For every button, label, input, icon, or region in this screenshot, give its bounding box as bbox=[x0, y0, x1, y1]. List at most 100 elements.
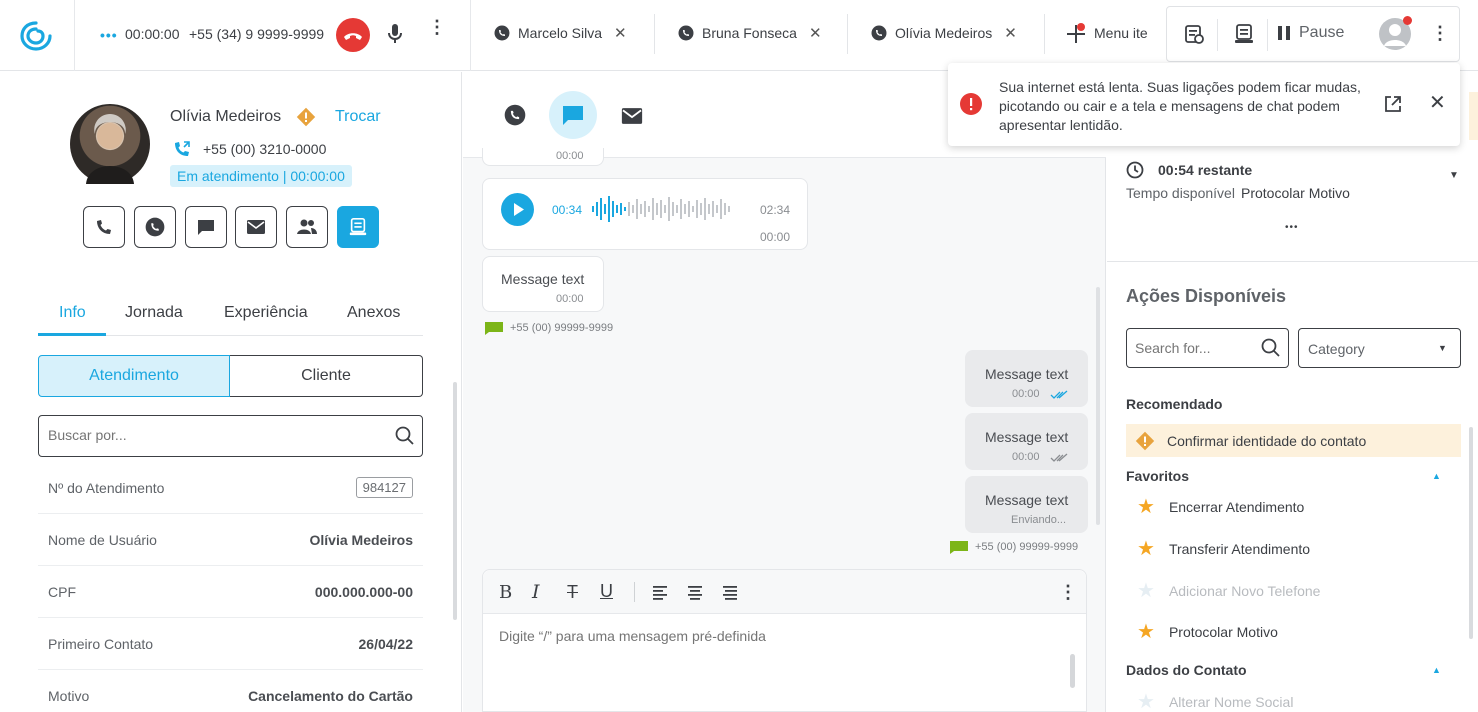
call-button[interactable] bbox=[83, 206, 125, 248]
scrollbar[interactable] bbox=[453, 382, 457, 620]
composer-scrollbar[interactable] bbox=[1070, 654, 1075, 688]
alert-message: Sua internet está lenta. Suas ligações p… bbox=[999, 79, 1361, 133]
collapse-favorites-icon[interactable]: ▲ bbox=[1432, 471, 1441, 481]
tab-marcelo-silva[interactable]: Marcelo Silva ✕ bbox=[494, 20, 627, 46]
actions-title: Ações Disponíveis bbox=[1126, 286, 1287, 306]
time-remaining: 00:54 restante bbox=[1158, 162, 1253, 178]
contacts-button[interactable] bbox=[286, 206, 328, 248]
more-dots-icon[interactable]: ••• bbox=[1285, 222, 1299, 233]
tab-indicator bbox=[38, 333, 106, 336]
external-link-icon[interactable] bbox=[1384, 95, 1402, 113]
pause-button[interactable]: Pause bbox=[1277, 24, 1344, 42]
composer-more-icon[interactable]: ⋮ bbox=[1059, 582, 1077, 603]
action-protocolar-motivo[interactable]: ★ Protocolar Motivo bbox=[1137, 622, 1278, 642]
tab-anexos[interactable]: Anexos bbox=[347, 304, 400, 322]
close-tab-icon[interactable]: ✕ bbox=[614, 24, 627, 42]
whatsapp-button[interactable] bbox=[134, 206, 176, 248]
star-icon[interactable]: ★ bbox=[1137, 497, 1155, 517]
tab-bruna-fonseca[interactable]: Bruna Fonseca ✕ bbox=[678, 20, 822, 46]
channel-email-icon[interactable] bbox=[620, 107, 644, 125]
hangup-button[interactable] bbox=[336, 18, 370, 52]
audio-waveform[interactable] bbox=[591, 193, 751, 225]
menu-item-tab[interactable]: Menu ite bbox=[1066, 20, 1158, 46]
chat-green-icon bbox=[950, 541, 968, 554]
tab-jornada[interactable]: Jornada bbox=[125, 304, 183, 322]
star-outline-icon[interactable]: ★ bbox=[1137, 692, 1155, 712]
collapse-contact-icon[interactable]: ▲ bbox=[1432, 665, 1441, 675]
notes-icon bbox=[349, 218, 367, 236]
whatsapp-icon bbox=[494, 25, 510, 41]
strikethrough-icon[interactable]: T bbox=[567, 582, 578, 603]
delivered-check-icon bbox=[1050, 453, 1068, 462]
info-search[interactable] bbox=[38, 415, 423, 457]
actions-search-input[interactable] bbox=[1135, 340, 1250, 356]
recommended-action[interactable]: Confirmar identidade do contato bbox=[1126, 424, 1461, 457]
underline-icon[interactable]: U bbox=[600, 581, 613, 602]
action-alterar-nome-social[interactable]: ★ Alterar Nome Social bbox=[1137, 692, 1293, 712]
slow-internet-alert: Sua internet está lenta. Suas ligações p… bbox=[948, 63, 1460, 146]
align-justify-icon[interactable] bbox=[723, 586, 739, 600]
close-alert-icon[interactable]: ✕ bbox=[1429, 93, 1446, 113]
chat-scrollbar[interactable] bbox=[1096, 287, 1100, 525]
call-phone: +55 (34) 9 9999-9999 bbox=[189, 26, 325, 42]
channel-chat-button[interactable] bbox=[549, 91, 597, 139]
tab-olivia-medeiros[interactable]: Olívia Medeiros ✕ bbox=[871, 20, 1017, 46]
action-adicionar-novo-telefone[interactable]: ★ Adicionar Novo Telefone bbox=[1137, 581, 1320, 601]
chevron-down-icon[interactable]: ▼ bbox=[1449, 170, 1459, 181]
action-transferir-atendimento[interactable]: ★ Transferir Atendimento bbox=[1137, 539, 1310, 559]
italic-icon[interactable]: I bbox=[532, 581, 540, 603]
script-icon[interactable] bbox=[1183, 23, 1205, 45]
actions-search[interactable] bbox=[1126, 328, 1289, 368]
email-button[interactable] bbox=[235, 206, 277, 248]
audio-elapsed: 00:34 bbox=[552, 203, 583, 217]
search-icon[interactable] bbox=[1261, 338, 1281, 358]
message-input[interactable] bbox=[499, 628, 1059, 698]
chat-button[interactable] bbox=[185, 206, 227, 248]
message-bubble: 00:00 bbox=[482, 148, 604, 166]
contact-photo bbox=[70, 104, 150, 184]
app-logo-icon[interactable] bbox=[18, 19, 54, 53]
notes-icon[interactable] bbox=[1233, 23, 1255, 45]
star-icon[interactable]: ★ bbox=[1137, 539, 1155, 559]
play-icon bbox=[514, 203, 524, 216]
search-icon[interactable] bbox=[395, 426, 415, 446]
call-status-dots-icon: ••• bbox=[100, 27, 118, 43]
category-select[interactable]: Category ▼ bbox=[1298, 328, 1461, 368]
align-left-icon[interactable] bbox=[653, 586, 669, 600]
field-row: Nº do Atendimento 984127 bbox=[38, 462, 423, 514]
actions-scrollbar[interactable] bbox=[1469, 427, 1473, 639]
star-outline-icon[interactable]: ★ bbox=[1137, 581, 1155, 601]
segment-cliente[interactable]: Cliente bbox=[230, 355, 423, 397]
email-icon bbox=[247, 220, 265, 234]
close-tab-icon[interactable]: ✕ bbox=[1004, 24, 1017, 42]
avatar[interactable] bbox=[1379, 16, 1412, 50]
format-toolbar: B I T U ⋮ bbox=[483, 570, 1086, 614]
phone-call-icon bbox=[172, 139, 192, 159]
warning-icon bbox=[1135, 431, 1155, 451]
channel-whatsapp-icon[interactable] bbox=[504, 104, 526, 126]
close-tab-icon[interactable]: ✕ bbox=[809, 24, 822, 42]
whatsapp-icon bbox=[871, 25, 887, 41]
error-icon bbox=[960, 93, 982, 115]
pause-icon bbox=[1278, 26, 1290, 40]
contact-panel: Olívia Medeiros Trocar +55 (00) 3210-000… bbox=[0, 72, 462, 712]
more-icon[interactable]: ⋮ bbox=[1431, 23, 1449, 44]
call-more-icon[interactable]: ⋮ bbox=[428, 18, 446, 36]
chat-green-icon bbox=[485, 322, 503, 335]
bold-icon[interactable]: B bbox=[499, 582, 512, 603]
segment-atendimento[interactable]: Atendimento bbox=[38, 355, 230, 397]
mic-icon[interactable] bbox=[386, 23, 404, 45]
swap-contact-link[interactable]: Trocar bbox=[335, 108, 381, 126]
tab-experiencia[interactable]: Experiência bbox=[224, 304, 308, 322]
sender-info: +55 (00) 99999-9999 bbox=[949, 540, 1078, 554]
message-bubble-out: Message text 00:00 bbox=[965, 413, 1088, 470]
action-encerrar-atendimento[interactable]: ★ Encerrar Atendimento bbox=[1137, 497, 1304, 517]
play-button[interactable] bbox=[501, 193, 534, 226]
message-bubble: Message text 00:00 bbox=[482, 256, 604, 312]
warning-icon bbox=[296, 107, 316, 127]
info-search-input[interactable] bbox=[48, 427, 368, 443]
notes-button[interactable] bbox=[337, 206, 379, 248]
star-icon[interactable]: ★ bbox=[1137, 622, 1155, 642]
align-center-icon[interactable] bbox=[688, 586, 704, 600]
tab-info[interactable]: Info bbox=[59, 304, 86, 322]
